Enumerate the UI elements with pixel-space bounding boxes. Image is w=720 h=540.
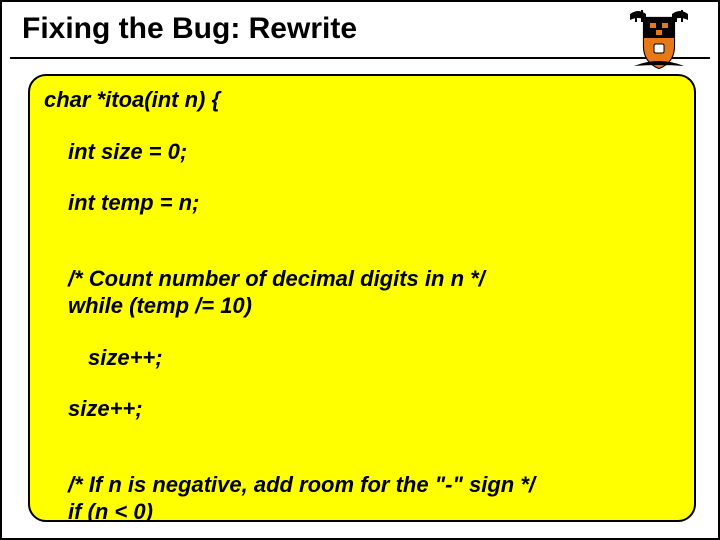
slide: Fixing the Bug: Rewrite char *itoa(int n… [0,0,720,540]
code-line: /* If n is negative, add room for the "-… [44,471,680,499]
code-box: char *itoa(int n) { int size = 0; int te… [28,74,696,522]
blank-line [44,241,680,265]
blank-line [44,217,680,241]
code-line: char *itoa(int n) { [44,86,680,114]
title-area: Fixing the Bug: Rewrite [2,2,718,51]
code-line: /* Count number of decimal digits in n *… [44,265,680,293]
blank-line [44,371,680,395]
code-line: size++; [44,395,680,423]
blank-line [44,423,680,447]
code-line: size++; [44,344,680,372]
code-line: int temp = n; [44,189,680,217]
princeton-crest-icon [620,8,698,72]
code-line: if (n < 0) [44,498,680,522]
horizontal-rule [10,57,710,59]
code-line: int size = 0; [44,138,680,166]
blank-line [44,447,680,471]
slide-title: Fixing the Bug: Rewrite [22,12,698,47]
blank-line [44,165,680,189]
blank-line [44,320,680,344]
blank-line [44,114,680,138]
code-line: while (temp /= 10) [44,292,680,320]
